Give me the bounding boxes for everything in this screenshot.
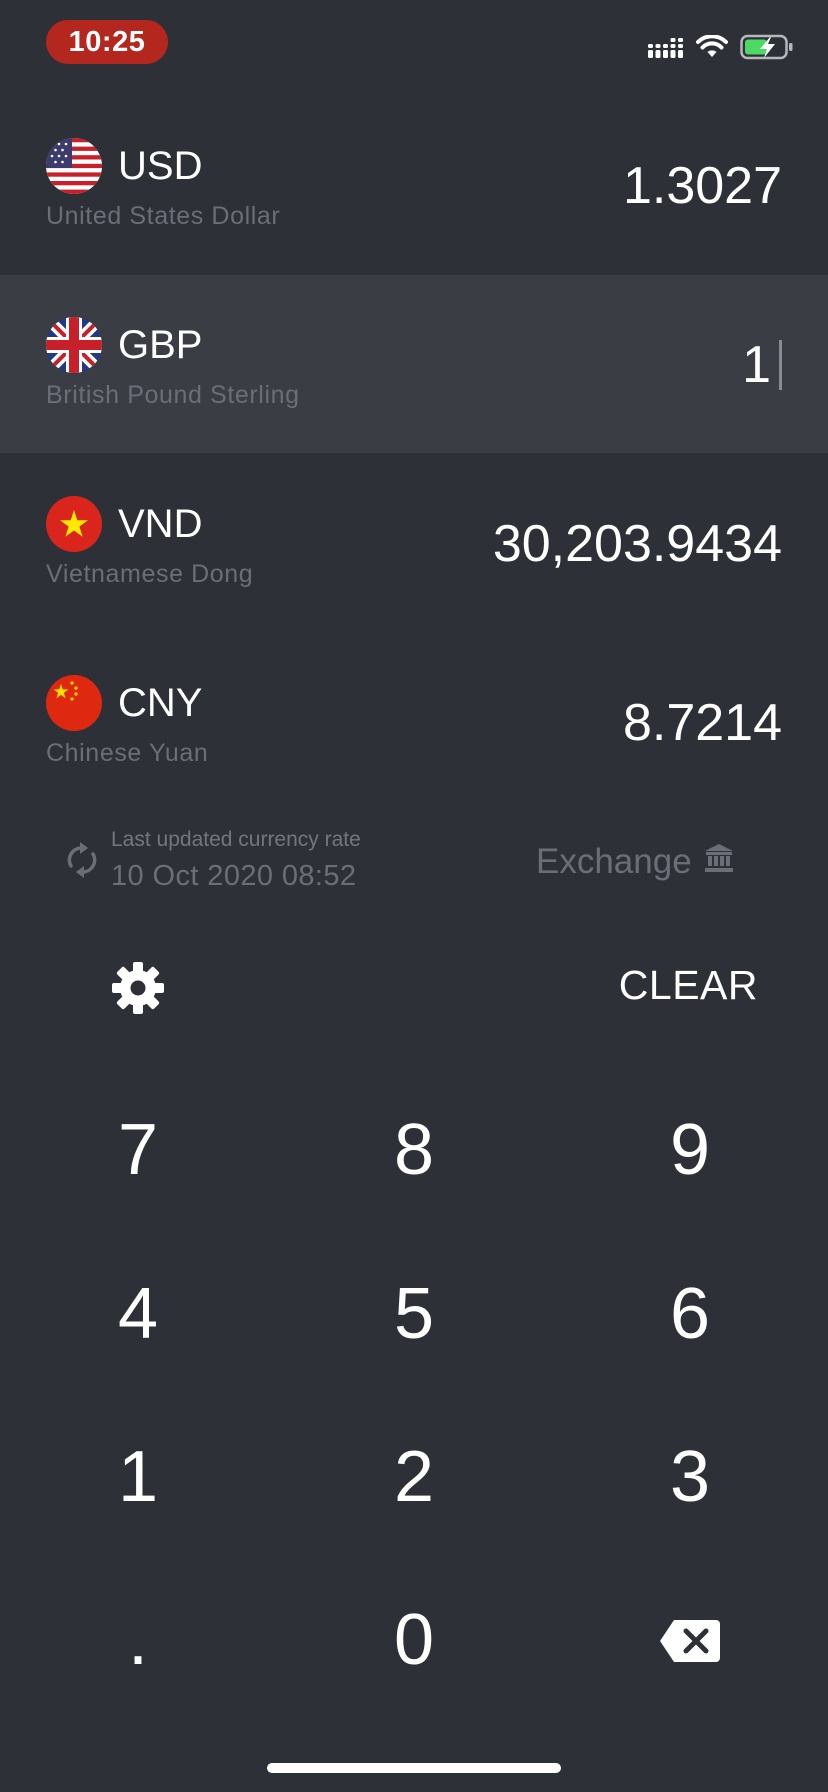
uk-flag-icon (46, 317, 102, 373)
settings-button[interactable] (108, 960, 168, 1020)
key-3[interactable]: 3 (600, 1417, 780, 1537)
currency-amount: 30,203.9434 (492, 515, 782, 573)
key-0[interactable]: 0 (324, 1580, 504, 1700)
currency-amount: 8.7214 (622, 694, 782, 752)
currency-name: Chinese Yuan (46, 739, 209, 767)
key-8[interactable]: 8 (324, 1090, 504, 1210)
currency-name: Vietnamese Dong (46, 560, 254, 588)
currency-row-usd[interactable]: USD United States Dollar 1.3027 (0, 96, 828, 274)
china-flag-icon (46, 675, 102, 731)
key-5[interactable]: 5 (324, 1254, 504, 1374)
currency-converter-screen: 10:25 USD United States Dollar 1.3027 GB… (0, 0, 828, 1792)
wifi-icon (696, 34, 728, 64)
text-caret (779, 340, 782, 390)
refresh-icon[interactable] (66, 842, 98, 883)
currency-row-vnd[interactable]: VND Vietnamese Dong 30,203.9434 (0, 454, 828, 632)
last-updated-date: 10 Oct 2020 08:52 (111, 860, 357, 892)
key-1[interactable]: 1 (48, 1417, 228, 1537)
exchange-label: Exchange (536, 842, 692, 881)
currency-row-cny[interactable]: CNY Chinese Yuan 8.7214 (0, 633, 828, 811)
key-9[interactable]: 9 (600, 1090, 780, 1210)
backspace-button[interactable] (600, 1580, 780, 1700)
currency-code: GBP (118, 323, 203, 367)
bank-icon (704, 842, 734, 882)
key-7[interactable]: 7 (48, 1090, 228, 1210)
clear-button[interactable]: CLEAR (619, 962, 758, 1009)
key-6[interactable]: 6 (600, 1254, 780, 1374)
vietnam-flag-icon (46, 496, 102, 552)
exchange-button[interactable]: Exchange (536, 842, 734, 882)
currency-code: CNY (118, 681, 203, 725)
cellular-signal-icon (648, 36, 684, 63)
status-time: 10:25 (46, 20, 168, 64)
amount-value: 1 (742, 336, 771, 394)
battery-charging-icon (740, 34, 794, 65)
home-indicator[interactable] (267, 1763, 561, 1773)
gear-icon (110, 960, 166, 1021)
key-2[interactable]: 2 (324, 1417, 504, 1537)
currency-name: United States Dollar (46, 202, 281, 230)
currency-name: British Pound Sterling (46, 381, 300, 409)
key-4[interactable]: 4 (48, 1254, 228, 1374)
currency-code: VND (118, 502, 203, 546)
last-updated-label: Last updated currency rate (111, 828, 361, 851)
currency-code: USD (118, 144, 203, 188)
backspace-icon (658, 1599, 722, 1681)
currency-row-gbp[interactable]: GBP British Pound Sterling 1 (0, 275, 828, 453)
currency-amount-input[interactable]: 1 (742, 339, 782, 391)
key-decimal[interactable]: . (48, 1580, 228, 1700)
status-bar: 10:25 (0, 0, 828, 92)
currency-amount: 1.3027 (622, 157, 782, 215)
rate-info-row: Last updated currency rate 10 Oct 2020 0… (0, 820, 828, 900)
us-flag-icon (46, 138, 102, 194)
status-icons (648, 34, 794, 65)
